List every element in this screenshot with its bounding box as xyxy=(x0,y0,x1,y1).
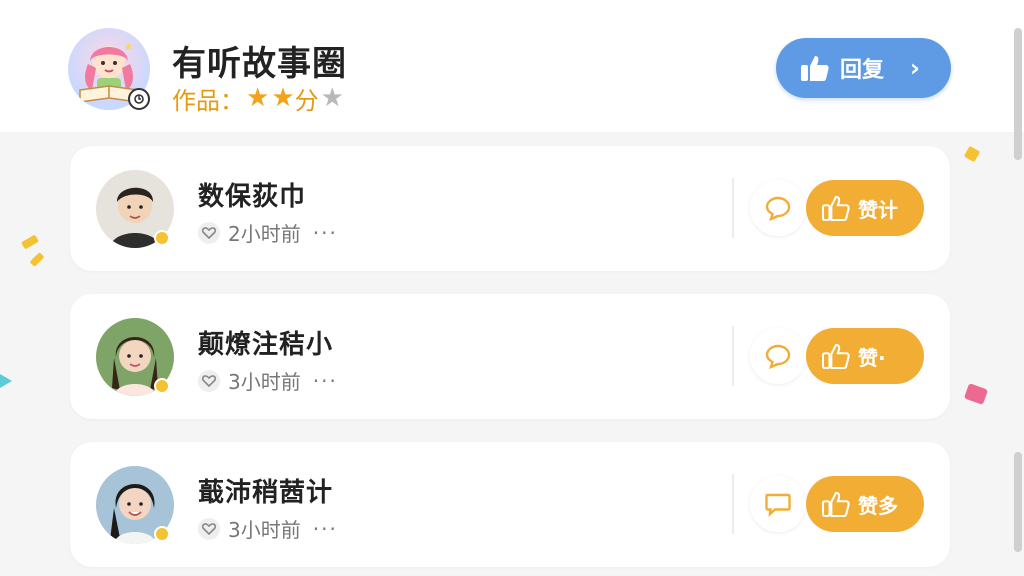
comment-button[interactable] xyxy=(750,180,806,236)
scrollbar-thumb[interactable] xyxy=(1014,452,1022,552)
comment-icon xyxy=(765,493,791,517)
comment-icon xyxy=(765,344,791,369)
rating-label: 作品： xyxy=(172,86,244,115)
more-icon[interactable]: ··· xyxy=(313,517,338,541)
post-author-name: 颠燎注秸小 xyxy=(198,330,334,360)
post-meta: 3小时前 ··· xyxy=(198,514,338,543)
comment-button[interactable] xyxy=(750,328,806,384)
post-card[interactable]: 颠燎注秸小 3小时前 ··· 赞· xyxy=(70,294,950,419)
post-meta: 3小时前 ··· xyxy=(198,366,338,395)
post-card[interactable]: 数保荻巾 2小时前 ··· 赞计 xyxy=(70,146,950,271)
confetti-decoration xyxy=(29,252,45,267)
page-title: 有听故事圈 xyxy=(172,44,347,84)
chevron-right-icon: › xyxy=(910,54,920,82)
heart-icon xyxy=(198,221,220,244)
like-button[interactable]: 赞· xyxy=(806,328,924,384)
reply-button-label: 回复 xyxy=(840,58,885,83)
confetti-decoration xyxy=(21,234,39,250)
divider xyxy=(732,178,734,238)
like-button-label: 赞计 xyxy=(858,197,898,222)
rating-row: 作品： ★ ★ 分 ★ xyxy=(172,83,344,115)
post-author-name: 蕺沛稍莤计 xyxy=(198,478,334,508)
more-icon[interactable]: ··· xyxy=(313,221,338,245)
thumbs-up-icon xyxy=(822,491,850,517)
star-filled-icon: ★ xyxy=(246,83,270,113)
reply-button[interactable]: 回复 › xyxy=(776,38,951,98)
online-indicator xyxy=(154,378,170,394)
star-filled-icon: ★ xyxy=(271,83,295,113)
comment-button[interactable] xyxy=(750,476,806,532)
confetti-decoration xyxy=(963,383,989,405)
svg-text:★: ★ xyxy=(124,42,133,53)
like-button-label: 赞· xyxy=(858,345,886,370)
post-meta: 2小时前 ··· xyxy=(198,218,338,247)
app-header: ★ 有听故事圈 作品： ★ ★ 分 ★ 回复 › xyxy=(0,0,1024,132)
scrollbar-thumb[interactable] xyxy=(1014,28,1022,160)
like-button[interactable]: 赞计 xyxy=(806,180,924,236)
post-time: 3小时前 xyxy=(228,518,301,542)
post-author-name: 数保荻巾 xyxy=(198,182,307,212)
verified-icon xyxy=(128,88,150,110)
comment-icon xyxy=(765,196,791,221)
more-icon[interactable]: ··· xyxy=(313,369,338,393)
star-empty-icon: ★ xyxy=(320,83,344,113)
post-card[interactable]: 蕺沛稍莤计 3小时前 ··· 赞多 xyxy=(70,442,950,567)
rating-suffix: 分 xyxy=(294,86,319,115)
thumbs-up-icon xyxy=(801,56,829,81)
online-indicator xyxy=(154,230,170,246)
heart-icon xyxy=(198,517,220,540)
confetti-decoration xyxy=(0,374,12,388)
thumbs-up-icon xyxy=(822,195,850,221)
divider xyxy=(732,474,734,534)
thumbs-up-icon xyxy=(822,343,850,369)
heart-icon xyxy=(198,369,220,392)
scrollbar[interactable] xyxy=(1014,20,1022,560)
like-button[interactable]: 赞多 xyxy=(806,476,924,532)
post-time: 2小时前 xyxy=(228,222,301,246)
online-indicator xyxy=(154,526,170,542)
post-time: 3小时前 xyxy=(228,370,301,394)
divider xyxy=(732,326,734,386)
confetti-decoration xyxy=(963,145,981,163)
like-button-label: 赞多 xyxy=(858,493,898,518)
